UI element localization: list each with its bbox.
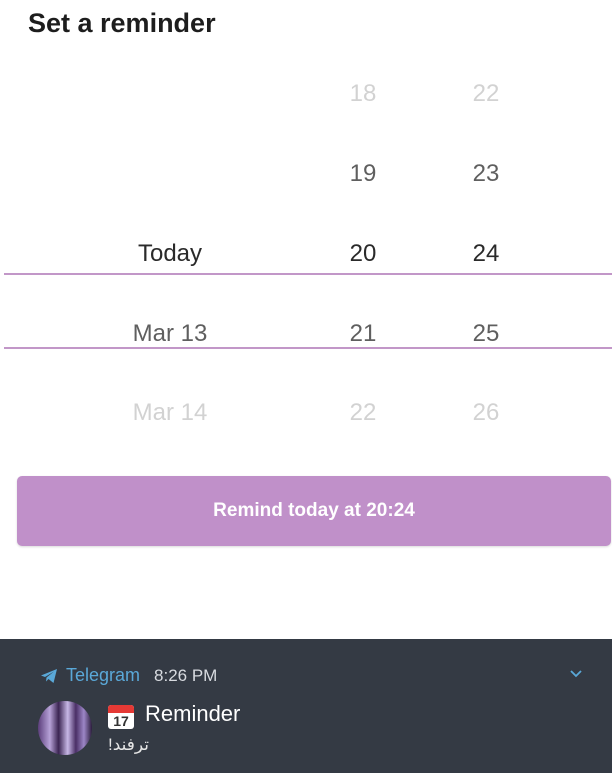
notification-body: ترفند!	[108, 735, 150, 754]
notification-banner[interactable]: Telegram 8:26 PM 17 Reminder ترفند!	[0, 639, 612, 773]
calendar-day: 17	[113, 713, 129, 729]
page-title: Set a reminder	[28, 8, 216, 38]
minute-option[interactable]: 25	[436, 316, 536, 352]
date-option[interactable]	[70, 76, 270, 112]
date-time-picker[interactable]: Today Mar 13 Mar 14 18 19 20 21 22 22 23…	[0, 60, 612, 460]
notification-title: Reminder	[145, 701, 241, 726]
minute-option[interactable]: 22	[436, 76, 536, 112]
app-name: Telegram	[66, 665, 141, 685]
date-option-selected[interactable]: Today	[70, 236, 270, 272]
hour-option[interactable]: 22	[313, 395, 413, 431]
minute-option[interactable]: 23	[436, 156, 536, 192]
hour-option[interactable]: 21	[313, 316, 413, 352]
date-option[interactable]: Mar 14	[70, 395, 270, 431]
remind-button[interactable]: Remind today at 20:24	[17, 476, 611, 546]
hour-option[interactable]: 19	[313, 156, 413, 192]
selection-line-top	[4, 273, 612, 275]
notification-header: Telegram 8:26 PM	[40, 665, 217, 686]
notification-time: 8:26 PM	[154, 665, 218, 685]
hour-option-selected[interactable]: 20	[313, 236, 413, 272]
date-option[interactable]: Mar 13	[70, 316, 270, 352]
date-option[interactable]	[70, 156, 270, 192]
minute-option-selected[interactable]: 24	[436, 236, 536, 272]
chevron-down-icon[interactable]	[570, 669, 582, 679]
avatar	[38, 701, 92, 755]
telegram-icon	[41, 668, 57, 683]
minute-option[interactable]: 26	[436, 395, 536, 431]
hour-option[interactable]: 18	[313, 76, 413, 112]
calendar-icon: 17	[108, 705, 134, 729]
